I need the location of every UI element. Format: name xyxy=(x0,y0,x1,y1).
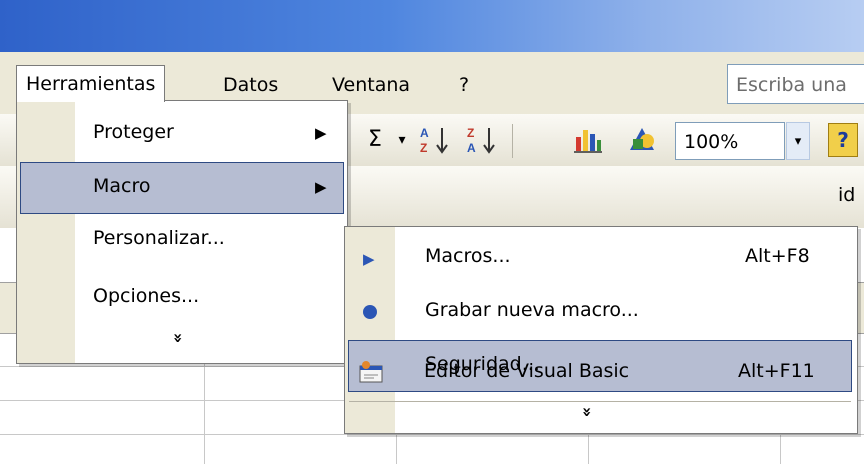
svg-text:A: A xyxy=(420,126,429,140)
menu-item-proteger[interactable]: Proteger ▶ xyxy=(17,109,347,159)
menu-ventana[interactable]: Ventana xyxy=(325,70,417,100)
menu-item-proteger-label: Proteger xyxy=(93,121,174,143)
menu-expand-button[interactable]: » xyxy=(169,323,193,353)
svg-text:Z: Z xyxy=(420,141,427,155)
drawing-icon xyxy=(630,128,654,150)
submenu-arrow-icon: ▶ xyxy=(315,178,327,196)
grid-line xyxy=(0,434,864,435)
autosum-dropdown[interactable]: ▾ xyxy=(392,118,412,162)
autosum-icon: Σ xyxy=(368,127,382,152)
double-chevron-down-icon: » xyxy=(169,332,189,344)
menu-item-macro[interactable]: Macro ▶ xyxy=(20,162,344,214)
drawing-button[interactable] xyxy=(622,118,662,162)
menu-datos[interactable]: Datos xyxy=(216,70,285,100)
menu-item-personalizar-label: Personalizar... xyxy=(93,227,225,249)
submenu-arrow-icon: ▶ xyxy=(315,124,327,142)
menu-item-macros-shortcut: Alt+F8 xyxy=(745,245,810,267)
menu-help[interactable]: ? xyxy=(452,70,476,100)
submenu-expand-button[interactable]: » xyxy=(578,398,602,426)
menu-help-label: ? xyxy=(459,74,470,96)
menu-herramientas[interactable]: Herramientas xyxy=(16,65,166,102)
help-search-placeholder: Escriba una xyxy=(736,74,847,96)
autosum-button[interactable]: Σ xyxy=(360,118,390,162)
vb-editor-icon xyxy=(359,361,383,383)
menu-ventana-label: Ventana xyxy=(332,74,411,96)
help-button[interactable]: ? xyxy=(828,123,858,157)
record-macro-icon xyxy=(363,305,377,319)
zoom-dropdown[interactable]: ▾ xyxy=(786,122,810,160)
toolbar-separator xyxy=(512,124,513,158)
svg-text:Z: Z xyxy=(467,126,474,140)
menu-item-opciones-label: Opciones... xyxy=(93,285,200,307)
toolbar-cut-off-label: id xyxy=(838,184,856,206)
zoom-value: 100% xyxy=(684,131,739,153)
sort-descending-icon: Z A xyxy=(467,126,495,155)
sort-descending-button[interactable]: Z A xyxy=(462,118,502,162)
double-chevron-down-icon: » xyxy=(578,406,598,418)
menu-item-editor-vb-label: Editor de Visual Basic xyxy=(424,360,630,382)
menu-item-macro-label: Macro xyxy=(93,175,151,197)
zoom-combo[interactable]: 100% xyxy=(675,122,785,160)
menu-item-personalizar[interactable]: Personalizar... xyxy=(17,215,347,265)
help-icon: ? xyxy=(837,128,849,152)
title-bar xyxy=(0,0,864,52)
sort-ascending-button[interactable]: A Z xyxy=(415,118,455,162)
menu-item-opciones[interactable]: Opciones... xyxy=(17,273,347,323)
menu-herramientas-label: Herramientas xyxy=(26,73,156,95)
chevron-down-icon: ▾ xyxy=(794,134,802,149)
menu-item-editor-vb-shortcut: Alt+F11 xyxy=(738,360,815,382)
svg-text:A: A xyxy=(467,141,476,155)
help-search-input[interactable]: Escriba una xyxy=(727,64,864,104)
toolbar-cut-off-text: id xyxy=(838,180,855,210)
menu-item-editor-vb[interactable]: Editor de Visual Basic Alt+F11 xyxy=(344,348,856,398)
menu-datos-label: Datos xyxy=(223,74,279,96)
herramientas-menu: Proteger ▶ Macro ▶ Personalizar... Opcio… xyxy=(16,100,348,364)
menu-item-macros[interactable]: ▶ Macros... Alt+F8 xyxy=(345,233,857,283)
menu-item-macros-label: Macros... xyxy=(425,245,511,267)
sort-ascending-icon: A Z xyxy=(420,126,448,155)
chart-wizard-button[interactable] xyxy=(568,118,608,162)
menu-item-grabar-macro[interactable]: Grabar nueva macro... xyxy=(345,287,857,337)
run-macro-icon: ▶ xyxy=(363,250,375,268)
chevron-down-icon: ▾ xyxy=(398,132,406,148)
chart-wizard-icon xyxy=(574,130,602,153)
menu-item-grabar-macro-label: Grabar nueva macro... xyxy=(425,299,639,321)
